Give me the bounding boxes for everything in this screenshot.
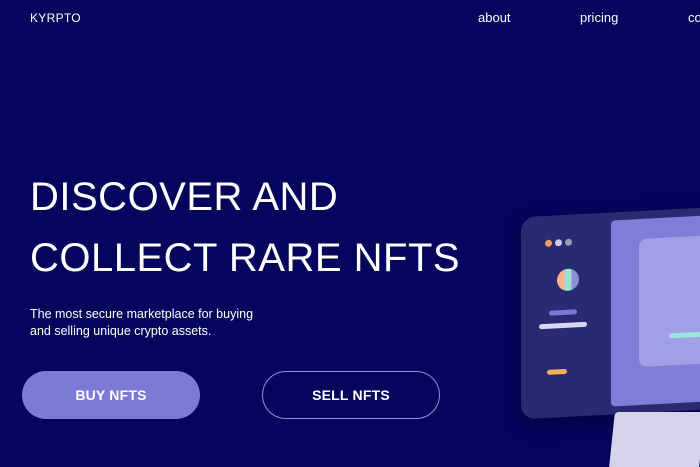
nav-link-contact[interactable]: contact [688,10,700,25]
nav-link-pricing[interactable]: pricing [580,10,618,25]
hero-subtitle: The most secure marketplace for buying a… [30,307,254,338]
buy-nfts-button[interactable]: BUY NFTS [22,371,200,419]
monitor-illustration [521,206,700,420]
brand-logo[interactable]: KYRPTO [30,11,81,25]
placeholder-bar [547,368,567,375]
hero-title-line-1: DISCOVER AND [30,175,339,219]
sell-nfts-button[interactable]: SELL NFTS [262,371,440,419]
nav-link-about[interactable]: about [478,10,511,25]
monitor-stand [609,412,700,467]
screen-card [639,234,700,368]
hero-title-line-2: COLLECT RARE NFTS [30,236,461,280]
